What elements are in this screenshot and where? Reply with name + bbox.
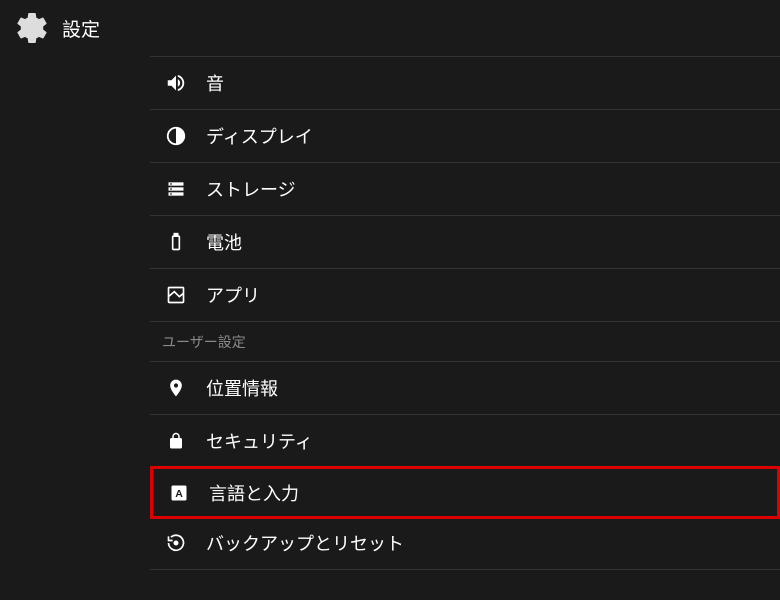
settings-item-sound[interactable]: 音 <box>150 57 780 110</box>
settings-item-apps[interactable]: アプリ <box>150 269 780 322</box>
gear-icon <box>14 10 50 46</box>
settings-list: 音 ディスプレイ ストレージ <box>150 56 780 570</box>
header: 設定 <box>0 0 780 56</box>
battery-icon <box>164 230 188 254</box>
category-label: ユーザー設定 <box>162 332 246 352</box>
settings-item-battery[interactable]: 電池 <box>150 216 780 269</box>
storage-icon <box>164 177 188 201</box>
apps-icon <box>164 283 188 307</box>
settings-item-storage[interactable]: ストレージ <box>150 163 780 216</box>
lock-icon <box>164 429 188 453</box>
sound-icon <box>164 71 188 95</box>
settings-item-label: ディスプレイ <box>206 123 313 149</box>
settings-item-label: 位置情報 <box>206 375 278 401</box>
settings-item-label: 音 <box>206 70 224 96</box>
language-icon: A <box>167 481 191 505</box>
settings-item-location[interactable]: 位置情報 <box>150 362 780 415</box>
settings-item-language-input[interactable]: A 言語と入力 <box>150 466 780 519</box>
category-header-user: ユーザー設定 <box>150 322 780 362</box>
settings-item-label: アプリ <box>206 282 260 308</box>
settings-item-label: 電池 <box>206 229 242 255</box>
settings-item-security[interactable]: セキュリティ <box>150 415 780 468</box>
backup-icon <box>164 531 188 555</box>
settings-item-label: セキュリティ <box>206 428 313 454</box>
location-icon <box>164 376 188 400</box>
settings-item-label: ストレージ <box>206 176 296 202</box>
page-title: 設定 <box>62 15 100 42</box>
settings-item-backup-reset[interactable]: バックアップとリセット <box>150 517 780 570</box>
display-icon <box>164 124 188 148</box>
settings-item-label: バックアップとリセット <box>206 530 404 556</box>
settings-item-display[interactable]: ディスプレイ <box>150 110 780 163</box>
settings-item-label: 言語と入力 <box>209 480 299 506</box>
svg-text:A: A <box>175 487 183 499</box>
